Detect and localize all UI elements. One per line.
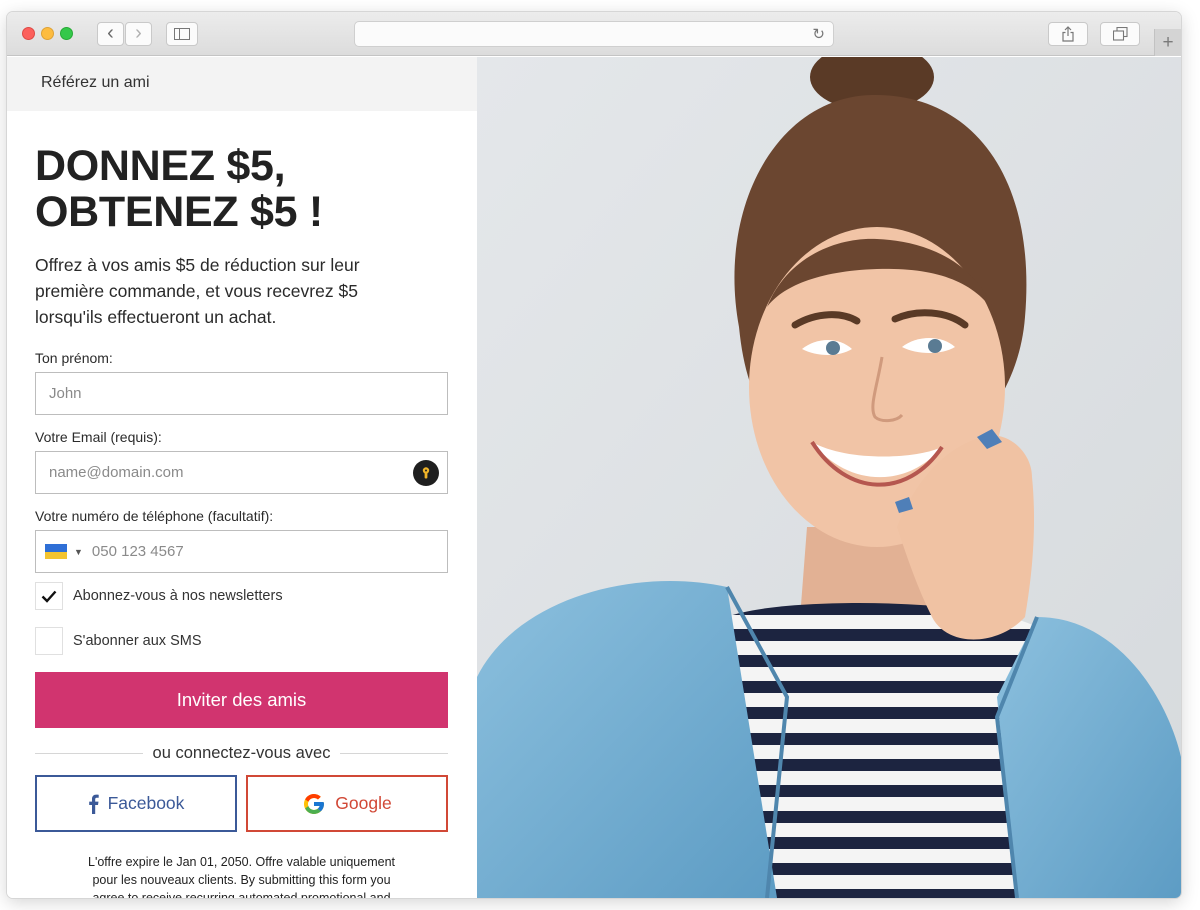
google-label: Google [335,793,392,813]
headline-line-2: OBTENEZ $5 ! [35,188,323,236]
first-name-input[interactable]: John [35,372,448,415]
headline-line-1: DONNEZ $5, [35,142,286,190]
phone-input[interactable]: ▼ 050 123 4567 [35,530,448,573]
panel-header: Référez un ami [7,57,477,111]
reload-icon[interactable]: ↻ [812,25,825,43]
fine-print-line-2: pour les nouveaux clients. By submitting… [92,873,391,887]
zoom-window-button[interactable] [60,27,73,40]
divider-line-left [35,753,143,754]
fine-print: L'offre expire le Jan 01, 2050. Offre va… [35,853,448,898]
facebook-label: Facebook [107,793,185,813]
keyhole-icon [422,467,430,479]
divider-text: ou connectez-vous avec [152,744,331,762]
referral-panel: Référez un ami DONNEZ $5, OBTENEZ $5 ! O… [7,57,477,898]
share-icon [1062,26,1074,42]
chevron-left-icon: ‹ [107,21,114,44]
divider-line-right [340,753,449,754]
hero-photo [477,57,1181,898]
smiling-woman-illustration [477,57,1181,898]
phone-label: Votre numéro de téléphone (facultatif): [35,508,274,524]
sms-label: S'abonner aux SMS [73,633,202,649]
newsletter-label: Abonnez-vous à nos newsletters [73,588,283,604]
checkmark-icon [41,590,57,603]
panel-header-title: Référez un ami [41,74,150,91]
back-button[interactable]: ‹ [97,22,124,46]
intro-line-3: lorsqu'ils effectueront un achat. [35,307,277,327]
intro-text: Offrez à vos amis $5 de réduction sur le… [35,252,449,330]
address-bar[interactable]: ↻ [354,21,834,47]
sms-checkbox[interactable] [35,627,63,655]
chevron-right-icon: › [135,21,142,44]
panel-body: DONNEZ $5, OBTENEZ $5 ! Offrez à vos ami… [7,111,477,898]
browser-window: ‹ › ↻ + Référez un ami DONNEZ $5, OBTENE… [7,12,1181,898]
fine-print-line-3: agree to receive recurring automated pro… [92,891,391,898]
fine-print-line-1: L'offre expire le Jan 01, 2050. Offre va… [88,855,395,869]
browser-toolbar: ‹ › ↻ + [7,12,1181,56]
newsletter-option[interactable]: Abonnez-vous à nos newsletters [35,582,449,610]
social-login: Facebook Google [35,775,448,832]
social-divider: ou connectez-vous avec [35,744,449,763]
first-name-placeholder: John [49,385,82,402]
caret-down-icon[interactable]: ▼ [74,547,83,557]
plus-icon: + [1162,31,1174,53]
ukraine-flag-icon[interactable] [45,544,67,559]
password-manager-key-icon[interactable] [413,460,439,486]
tabs-overview-button[interactable] [1100,22,1140,46]
new-tab-button[interactable]: + [1154,29,1181,56]
email-input[interactable]: name@domain.com [35,451,448,494]
intro-line-1: Offrez à vos amis $5 de réduction sur le… [35,255,360,275]
facebook-icon [88,794,99,814]
newsletter-checkbox[interactable] [35,582,63,610]
google-icon [302,792,326,816]
headline: DONNEZ $5, OBTENEZ $5 ! [35,143,449,235]
forward-button[interactable]: › [125,22,152,46]
close-window-button[interactable] [22,27,35,40]
intro-line-2: première commande, et vous recevrez $5 [35,281,358,301]
sidebar-toggle-button[interactable] [166,22,198,46]
sms-option[interactable]: S'abonner aux SMS [35,627,449,655]
email-placeholder: name@domain.com [49,464,184,481]
phone-placeholder: 050 123 4567 [91,543,184,560]
first-name-label: Ton prénom: [35,350,113,366]
sidebar-icon [174,28,190,40]
share-button[interactable] [1048,22,1088,46]
facebook-button[interactable]: Facebook [35,775,237,832]
invite-friends-button[interactable]: Inviter des amis [35,672,448,728]
tabs-icon [1112,27,1128,41]
minimize-window-button[interactable] [41,27,54,40]
google-button[interactable]: Google [246,775,448,832]
email-label: Votre Email (requis): [35,429,162,445]
